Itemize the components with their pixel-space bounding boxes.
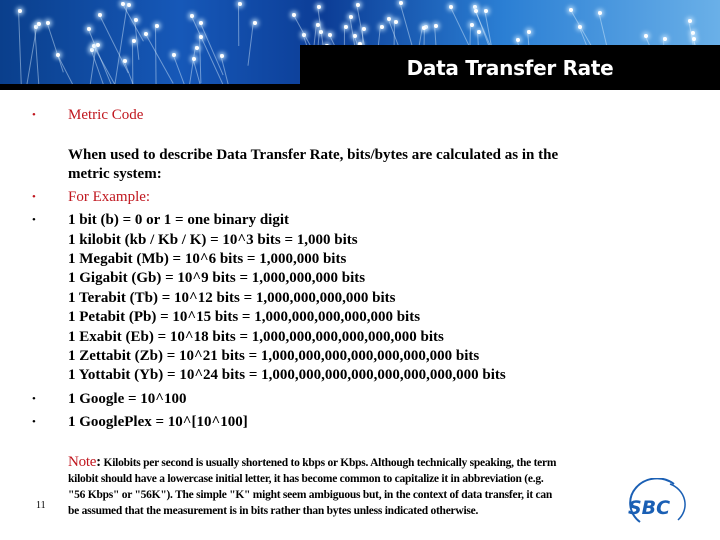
light-dot xyxy=(154,23,159,28)
unit-line: 1 Terabit (Tb) = 10^12 bits = 1,000,000,… xyxy=(68,290,396,306)
light-dot xyxy=(434,24,439,29)
light-dot xyxy=(483,9,488,14)
light-dot xyxy=(198,21,203,26)
page-number: 11 xyxy=(36,500,46,511)
light-dot xyxy=(344,24,349,29)
light-dot xyxy=(662,37,667,42)
light-dot xyxy=(399,1,404,6)
light-dot xyxy=(316,4,321,9)
fiber-strand xyxy=(192,57,204,86)
note-line: Note: Kilobits per second is usually sho… xyxy=(68,454,556,471)
fiber-strand xyxy=(238,1,240,46)
unit-line: 1 Gigabit (Gb) = 10^9 bits = 1,000,000,0… xyxy=(68,270,366,286)
light-dot xyxy=(516,38,521,43)
note-text: Kilobits per second is usually shortened… xyxy=(100,457,557,469)
fiber-strand xyxy=(247,20,255,66)
light-dot xyxy=(55,52,60,57)
light-dot xyxy=(253,21,258,25)
example-label: For Example: xyxy=(68,189,151,205)
light-dot xyxy=(190,14,195,19)
unit-line: 1 Zettabit (Zb) = 10^21 bits = 1,000,000… xyxy=(68,348,480,364)
sbc-logo: SBC xyxy=(620,477,690,533)
unit-line: 1 Megabit (Mb) = 10^6 bits = 1,000,000 b… xyxy=(68,251,347,267)
light-dot xyxy=(17,9,22,14)
light-dot xyxy=(291,13,296,18)
light-dot xyxy=(328,33,333,38)
intro-line: When used to describe Data Transfer Rate… xyxy=(68,147,559,163)
light-dot xyxy=(355,3,360,8)
unit-line: 1 bit (b) = 0 or 1 = one binary digit xyxy=(68,212,290,228)
unit-line: 1 Yottabit (Yb) = 10^24 bits = 1,000,000… xyxy=(68,367,506,383)
light-dot xyxy=(421,26,426,31)
bullet: • xyxy=(32,393,36,405)
bullet: • xyxy=(32,416,36,428)
heading-metric-code: Metric Code xyxy=(68,107,144,123)
title-box: Data Transfer Rate xyxy=(300,45,720,90)
intro-line: metric system: xyxy=(68,166,162,182)
fiber-strand xyxy=(132,39,134,86)
light-dot xyxy=(692,36,697,41)
svg-text:SBC: SBC xyxy=(628,497,670,519)
note-line: "56 Kbps" or "56K"). The simple "K" migh… xyxy=(68,489,553,501)
light-dot xyxy=(37,22,42,27)
light-dot xyxy=(597,10,602,15)
fiber-strand xyxy=(17,9,22,86)
light-dot xyxy=(86,26,91,31)
light-dot xyxy=(474,9,479,14)
light-dot xyxy=(643,34,648,39)
light-dot xyxy=(361,26,366,31)
fiber-strand xyxy=(198,20,224,76)
note-line: be assumed that the measurement is in bi… xyxy=(68,505,479,517)
light-dot xyxy=(192,57,197,62)
google-line: 1 Google = 10^100 xyxy=(68,391,187,407)
fiber-strand xyxy=(198,35,202,84)
unit-line: 1 kilobit (kb / Kb / K) = 10^3 bits = 1,… xyxy=(68,232,358,248)
note-label: Note xyxy=(68,454,97,470)
light-dot xyxy=(386,16,391,21)
light-dot xyxy=(449,5,454,10)
light-dot xyxy=(393,19,398,24)
light-dot xyxy=(194,45,199,50)
light-dot xyxy=(126,3,131,7)
bullet: • xyxy=(32,214,36,226)
fiber-strand xyxy=(144,31,174,84)
light-dot xyxy=(171,53,176,58)
unit-line: 1 Exabit (Eb) = 10^18 bits = 1,000,000,0… xyxy=(68,329,444,345)
light-dot xyxy=(690,30,695,35)
light-dot xyxy=(144,31,149,36)
fiber-strand xyxy=(219,54,240,86)
light-dot xyxy=(380,25,385,30)
fiber-strand xyxy=(122,58,148,86)
fiber-strand xyxy=(55,52,78,86)
light-dot xyxy=(134,18,139,23)
unit-line: 1 Petabit (Pb) = 10^15 bits = 1,000,000,… xyxy=(68,309,421,325)
light-dot xyxy=(121,2,126,7)
light-dot xyxy=(527,29,532,34)
light-dot xyxy=(46,21,51,26)
slide-title: Data Transfer Rate xyxy=(406,55,614,80)
light-dot xyxy=(219,54,224,59)
light-dot xyxy=(687,19,692,24)
light-dot xyxy=(238,1,243,6)
bullet: • xyxy=(32,191,36,203)
light-dot xyxy=(96,43,101,48)
note-line: kilobit should have a lowercase initial … xyxy=(68,473,544,485)
fiber-strand xyxy=(190,13,227,86)
light-dot xyxy=(577,24,582,29)
light-dot xyxy=(476,29,481,34)
light-dot xyxy=(349,15,354,20)
bullet: • xyxy=(32,109,36,121)
googleplex-line: 1 GooglePlex = 10^[10^100] xyxy=(68,414,248,430)
